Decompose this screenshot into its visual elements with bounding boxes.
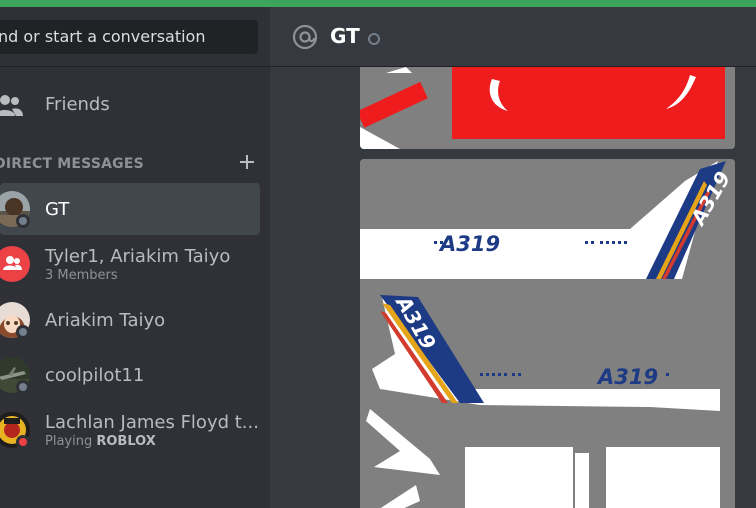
status-indicator [16,214,30,228]
dm-name: Ariakim Taiyo [45,310,166,331]
header-status-indicator [368,33,380,45]
status-indicator [16,380,30,394]
message-list[interactable]: A319 A319 A319 A319 [270,67,756,508]
livery-text-1: A319 [438,232,500,256]
activity-name: ROBLOX [96,434,156,449]
direct-messages-header: DIRECT MESSAGES [0,156,144,172]
dm-item-gt[interactable]: GT [0,183,260,235]
channel-header: GT [270,7,756,67]
plus-icon[interactable] [238,153,256,171]
dm-name: Tyler1, Ariakim Taiyo [45,246,231,267]
dm-name: coolpilot11 [45,365,145,386]
dm-name: GT [45,199,70,220]
chat-main: GT A319 A319 A319 A319 [270,7,756,508]
conversation-search-button[interactable]: nd or start a conversation [0,20,258,54]
at-icon [292,24,318,50]
friends-label: Friends [45,94,110,115]
channel-name: GT [330,24,360,48]
friends-icon [0,95,23,116]
dm-item-group[interactable]: Tyler1, Ariakim Taiyo 3 Members [0,238,260,290]
livery-tail-image [360,67,735,149]
dm-item-lachlan-james-floyd[interactable]: Lachlan James Floyd t... Playing ROBLOX [0,404,260,456]
image-attachment-livery[interactable]: A319 A319 A319 A319 [360,159,735,508]
group-icon [3,256,22,270]
search-bar-container: nd or start a conversation [0,7,270,67]
livery-sheet-image: A319 A319 A319 A319 [360,159,735,508]
livery-text-4: A319 [596,365,658,389]
status-indicator [16,325,30,339]
dm-name: Lachlan James Floyd t... [45,412,259,433]
activity-prefix: Playing [45,434,97,449]
activity-status: Playing ROBLOX [45,434,156,449]
friends-nav-item[interactable]: Friends [0,87,260,125]
member-count: 3 Members [45,268,118,283]
image-attachment-tail[interactable] [360,67,735,149]
group-avatar [0,246,30,282]
dm-sidebar: nd or start a conversation Friends DIREC… [0,7,270,508]
dm-item-ariakim-taiyo[interactable]: Ariakim Taiyo [0,294,260,346]
dm-item-coolpilot11[interactable]: coolpilot11 [0,349,260,401]
status-indicator [16,435,30,449]
window-top-accent-bar [0,0,756,7]
